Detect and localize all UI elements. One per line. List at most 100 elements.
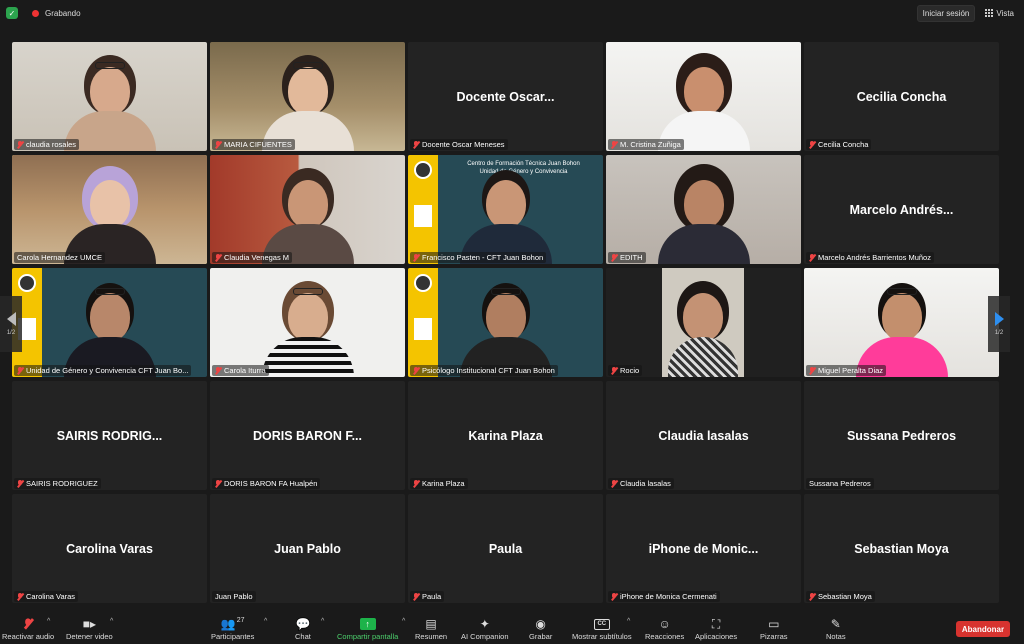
ai-companion-button[interactable]: ✦ AI Companion [461, 616, 509, 641]
reactions-button[interactable]: ☺ Reacciones [645, 616, 684, 641]
participant-video [606, 42, 801, 151]
apps-button[interactable]: ⛶ Aplicaciones [695, 616, 737, 642]
video-options-caret-icon[interactable]: ^ [110, 618, 113, 625]
participant-tile[interactable]: Miguel Peralta Diaz [804, 268, 999, 377]
participant-name-label: M. Cristina Zuñiga [608, 139, 684, 150]
leave-meeting-button[interactable]: Abandonar [956, 621, 1010, 637]
muted-mic-icon [413, 592, 419, 601]
participant-name-label: Psicólogo Institucional CFT Juan Bohon [410, 365, 558, 376]
top-bar: ✓ Grabando Iniciar sesión Vista [0, 0, 1024, 26]
record-button[interactable]: ◉ Grabar [529, 616, 552, 641]
participant-video [12, 155, 207, 264]
participant-tile[interactable]: iPhone de Monic... iPhone de Monica Cerm… [606, 494, 801, 603]
muted-mic-icon [611, 592, 617, 601]
participant-tile[interactable]: Sussana Pedreros Sussana Pedreros [804, 381, 999, 490]
participant-name-label: Docente Oscar Meneses [410, 139, 508, 150]
participant-name-label: Sussana Pedreros [806, 478, 874, 489]
encryption-shield-icon[interactable]: ✓ [6, 7, 18, 19]
view-button[interactable]: Vista [981, 6, 1018, 21]
muted-mic-icon [17, 479, 23, 488]
recording-dot-icon [32, 9, 39, 17]
participant-tile[interactable]: Carola Iturra [210, 268, 405, 377]
participant-tile[interactable]: DORIS BARON F... DORIS BARON FA Hualpén [210, 381, 405, 490]
participants-options-caret-icon[interactable]: ^ [264, 618, 267, 625]
participant-display-name: Juan Pablo [274, 541, 341, 556]
gallery-grid: claudia rosales MARIA CIFUENTES Docente … [12, 42, 1000, 606]
participant-tile[interactable]: Marcelo Andrés... Marcelo Andrés Barrien… [804, 155, 999, 264]
participant-tile[interactable]: Cecilia Concha Cecilia Concha [804, 42, 999, 151]
participant-display-name: Karina Plaza [468, 428, 543, 443]
participant-tile[interactable]: Docente Oscar... Docente Oscar Meneses [408, 42, 603, 151]
summary-document-icon: ▤ [425, 617, 437, 631]
participant-tile[interactable]: Rocio [606, 268, 801, 377]
participant-name-label: Rocio [608, 365, 643, 376]
page-indicator: 1/2 [6, 330, 16, 336]
captions-options-caret-icon[interactable]: ^ [627, 618, 630, 625]
previous-page-button[interactable]: 1/2 [0, 296, 22, 352]
sign-in-button[interactable]: Iniciar sesión [916, 4, 976, 22]
participant-tile[interactable]: Claudia lasalas Claudia lasalas [606, 381, 801, 490]
participant-tile[interactable]: Karina Plaza Karina Plaza [408, 381, 603, 490]
participant-name-label: Marcelo Andrés Barrientos Muñoz [806, 252, 934, 263]
participant-video [606, 268, 801, 377]
muted-mic-icon [809, 366, 815, 375]
participant-display-name: iPhone de Monic... [648, 541, 759, 556]
participant-display-name: DORIS BARON F... [252, 428, 363, 443]
participant-tile[interactable]: Sebastian Moya Sebastian Moya [804, 494, 999, 603]
muted-mic-icon [17, 592, 23, 601]
muted-mic-icon [215, 253, 221, 262]
muted-mic-icon [17, 140, 23, 149]
participant-name-label: Francisco Pasten - CFT Juan Bohon [410, 252, 547, 263]
share-screen-button[interactable]: ↑ Compartir pantalla [337, 616, 398, 641]
participant-tile[interactable]: Paula Paula [408, 494, 603, 603]
participant-tile[interactable]: Carolina Varas Carolina Varas [12, 494, 207, 603]
arrow-left-icon [6, 312, 16, 326]
participant-tile[interactable]: Claudia Venegas M [210, 155, 405, 264]
cft-logo-panel [408, 268, 438, 377]
participant-tile[interactable]: Juan Pablo Juan Pablo [210, 494, 405, 603]
participant-tile[interactable]: Centro de Formación Técnica Juan Bohon Un… [408, 155, 603, 264]
audio-options-caret-icon[interactable]: ^ [47, 618, 50, 625]
video-camera-icon: ■▸ [82, 617, 96, 631]
participant-tile[interactable]: SAIRIS RODRIG... SAIRIS RODRIGUEZ [12, 381, 207, 490]
participant-tile[interactable]: Unidad de Género y Convivencia CFT Juan … [12, 268, 207, 377]
top-bar-right: Iniciar sesión Vista [916, 4, 1018, 22]
muted-mic-icon [809, 140, 815, 149]
participant-tile[interactable]: claudia rosales [12, 42, 207, 151]
participants-button[interactable]: 👥 27 Participantes [211, 616, 254, 642]
whiteboards-button[interactable]: ▭ Pizarras [760, 616, 788, 641]
participant-name-label: Juan Pablo [212, 591, 256, 602]
participant-tile[interactable]: MARIA CIFUENTES [210, 42, 405, 151]
summary-button[interactable]: ▤ Resumen [415, 616, 447, 641]
participant-name-label: SAIRIS RODRIGUEZ [14, 478, 101, 489]
participant-video [12, 42, 207, 151]
stop-video-button[interactable]: ■▸ Detener video [66, 616, 113, 641]
muted-mic-icon [413, 253, 419, 262]
participant-video [210, 155, 405, 264]
participant-name-label: iPhone de Monica Cermenati [608, 591, 720, 602]
zoom-meeting-window: ✓ Grabando Iniciar sesión Vista claudia … [0, 0, 1024, 644]
muted-mic-icon [413, 140, 419, 149]
participant-name-label: Sebastian Moya [806, 591, 875, 602]
share-options-caret-icon[interactable]: ^ [402, 618, 405, 625]
cft-slide-title: Centro de Formación Técnica Juan Bohon Un… [467, 161, 580, 175]
muted-mic-icon [611, 479, 617, 488]
show-captions-button[interactable]: CC Mostrar subtítulos [572, 616, 632, 641]
muted-mic-icon [17, 366, 23, 375]
participant-tile[interactable]: EDITH [606, 155, 801, 264]
chat-button[interactable]: 💬 Chat [295, 616, 311, 641]
participant-tile[interactable]: Psicólogo Institucional CFT Juan Bohon [408, 268, 603, 377]
participant-tile-active-speaker[interactable]: Carola Hernandez UMCE [12, 155, 207, 264]
participant-tile[interactable]: M. Cristina Zuñiga [606, 42, 801, 151]
notes-button[interactable]: ✎ Notas [826, 616, 846, 641]
participant-name-label: claudia rosales [14, 139, 80, 150]
chat-options-caret-icon[interactable]: ^ [321, 618, 324, 625]
muted-mic-icon [215, 140, 221, 149]
muted-mic-icon [413, 479, 419, 488]
participant-video [210, 268, 405, 377]
participant-display-name: Sussana Pedreros [846, 428, 957, 443]
muted-mic-icon [809, 253, 815, 262]
next-page-button[interactable]: 1/2 [988, 296, 1010, 352]
participant-name-label: Carola Hernandez UMCE [14, 252, 106, 263]
participant-display-name: Paula [488, 541, 523, 556]
